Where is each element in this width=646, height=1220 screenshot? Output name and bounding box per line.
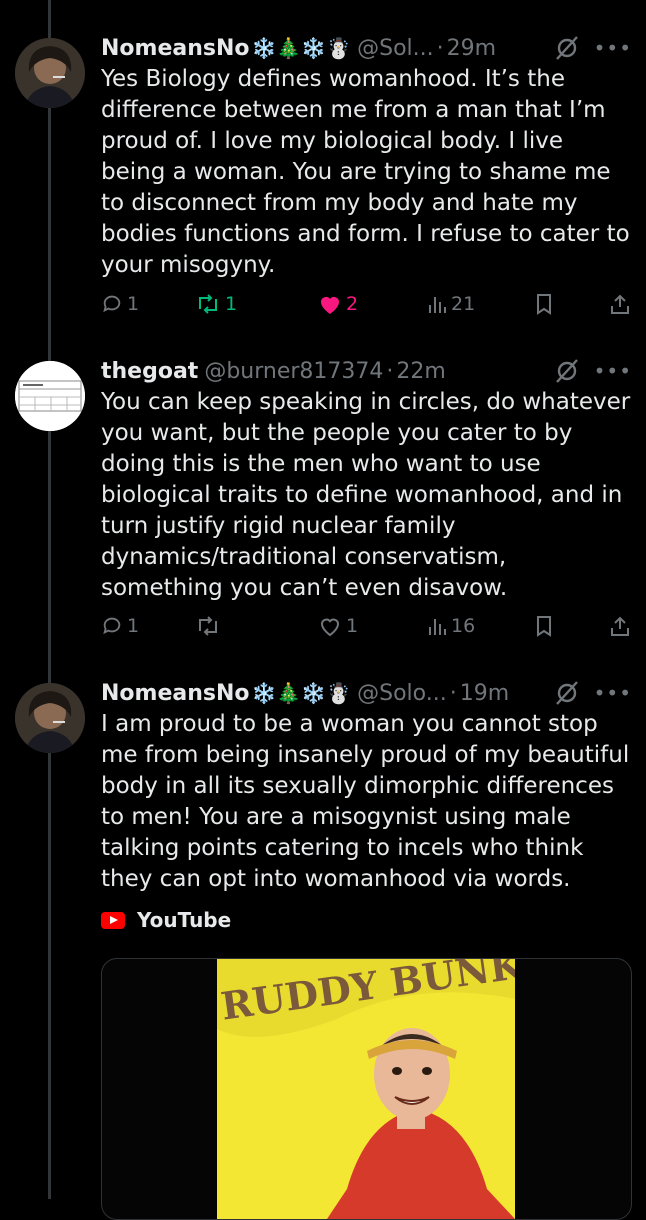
views-button[interactable]: 21 [427,293,475,315]
bookmark-icon [537,294,551,315]
like-count: 2 [346,293,359,315]
like-button[interactable]: 2 [318,293,358,315]
avatar-nomeansno[interactable] [15,38,85,108]
youtube-source-label: YouTube [137,908,232,932]
display-name[interactable]: NomeansNo [101,681,250,706]
youtube-embed-card[interactable]: RUDDY BUNK [101,958,632,1220]
grok-icon[interactable] [554,35,580,61]
heart-icon [320,618,340,637]
share-icon [611,616,629,636]
avatar-thegoat[interactable] [15,361,85,431]
share-icon [611,294,629,314]
tweet-text: I am proud to be a woman you cannot stop… [101,711,630,892]
avatar-nomeansno[interactable] [15,683,85,753]
tweet-header: NomeansNo ❄️🎄❄️☃️ @Sol... · 29m ••• [101,32,632,64]
reply-icon [103,617,121,635]
tweet-header: NomeansNo ❄️🎄❄️☃️ @Solo... · 19m ••• [101,677,632,709]
separator-dot: · [386,358,394,384]
timestamp[interactable]: 19m [460,681,509,706]
bookmark-button[interactable] [534,615,554,637]
view-count: 16 [451,615,476,637]
reply-count: 1 [127,293,140,315]
user-handle[interactable]: @Solo... [357,681,447,706]
youtube-logo-icon [101,911,125,929]
display-name[interactable]: NomeansNo [101,36,250,61]
reply-button[interactable]: 1 [101,615,139,637]
grok-icon[interactable] [554,358,580,384]
repost-icon [199,616,217,636]
heart-filled-icon [321,297,339,314]
user-handle[interactable]: @Sol... [357,36,434,61]
bookmark-button[interactable] [534,293,554,315]
more-options-icon[interactable]: ••• [594,359,632,383]
name-emoji: ❄️🎄❄️☃️ [251,36,352,60]
display-name[interactable]: thegoat [101,359,198,384]
timestamp[interactable]: 29m [447,36,496,61]
views-icon [429,297,446,313]
separator-dot: · [449,680,457,706]
album-cover-art: RUDDY BUNK [217,959,515,1219]
timestamp[interactable]: 22m [396,359,445,384]
view-count: 21 [451,293,476,315]
like-count: 1 [346,615,359,637]
tweet-actions: 1 1 2 21 [101,293,631,325]
share-button[interactable] [609,615,631,637]
more-options-icon[interactable]: ••• [594,681,632,705]
more-options-icon[interactable]: ••• [594,36,632,60]
user-handle[interactable]: @burner817374 [204,359,383,384]
share-button[interactable] [609,293,631,315]
reply-count: 1 [127,615,140,637]
youtube-source[interactable]: YouTube [101,908,231,932]
grok-icon[interactable] [554,680,580,706]
tweet-text: You can keep speaking in circles, do wha… [101,389,631,601]
tweet-actions: 1 1 16 [101,615,631,647]
name-emoji: ❄️🎄❄️☃️ [251,681,352,705]
repost-button[interactable] [195,615,225,637]
like-button[interactable]: 1 [318,615,358,637]
repost-icon [199,294,217,314]
video-thumbnail[interactable]: RUDDY BUNK [217,959,515,1219]
repost-button[interactable]: 1 [195,293,237,315]
separator-dot: · [436,35,444,61]
views-button[interactable]: 16 [427,615,475,637]
repost-count: 1 [225,293,238,315]
views-icon [429,619,446,635]
tweet-header: thegoat @burner817374 · 22m ••• [101,355,632,387]
thread-connector-line [48,0,51,1199]
bookmark-icon [537,616,551,637]
reply-button[interactable]: 1 [101,293,139,315]
reply-icon [103,295,121,313]
tweet-text: Yes Biology defines womanhood. It’s the … [101,66,630,278]
